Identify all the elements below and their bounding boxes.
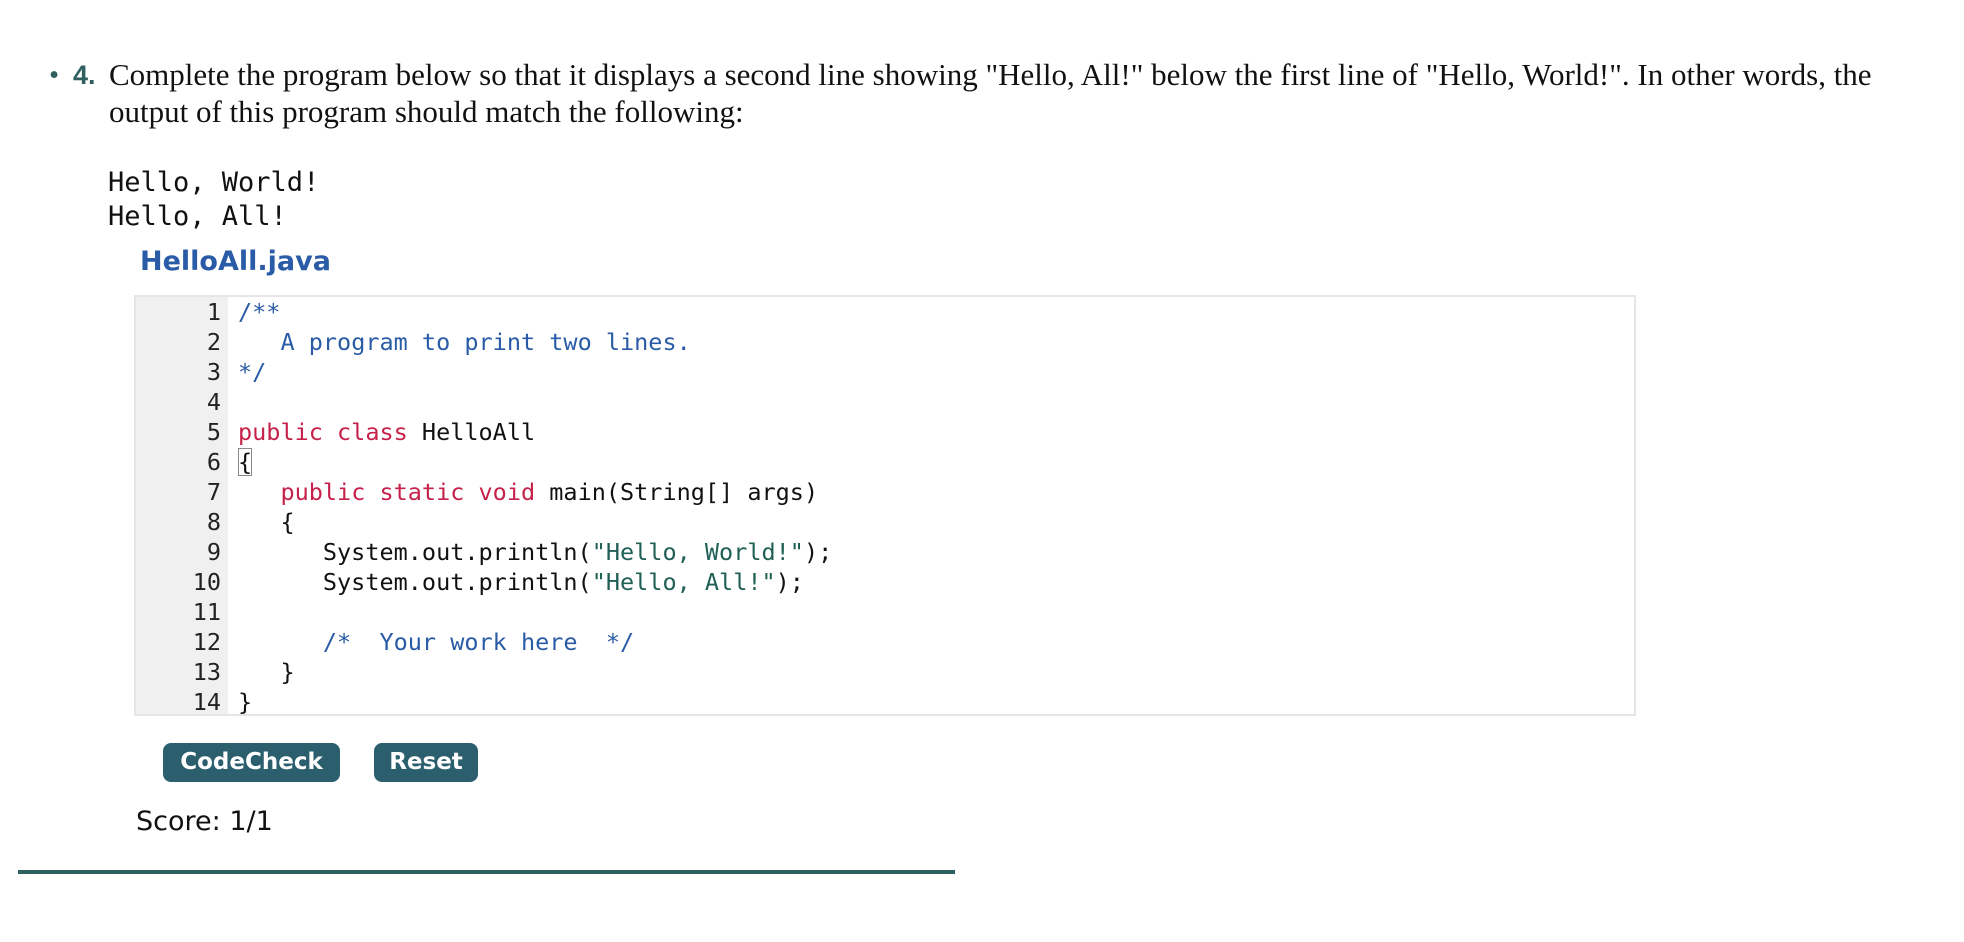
code-line[interactable]: 4 <box>136 387 1634 417</box>
line-number: 11 <box>192 598 221 626</box>
line-number: 14 <box>192 688 221 716</box>
code-text[interactable]: } <box>238 687 253 716</box>
code-line[interactable]: 9 System.out.println("Hello, World!"); <box>136 537 1634 567</box>
line-number: 13 <box>192 658 221 686</box>
code-editor[interactable]: 1/** 2 A program to print two lines. 3 */4 5… <box>134 295 1636 716</box>
reset-button[interactable]: Reset <box>374 743 478 782</box>
code-text[interactable]: { <box>238 447 253 477</box>
code-text[interactable]: System.out.println("Hello, World!"); <box>238 537 832 567</box>
line-number: 1 <box>206 298 221 326</box>
expected-output: Hello, World! Hello, All! <box>108 166 319 234</box>
code-text[interactable]: /* Your work here */ <box>238 627 634 657</box>
line-number: 12 <box>192 628 221 656</box>
line-number: 7 <box>206 478 221 506</box>
line-number: 4 <box>206 388 221 416</box>
code-text[interactable]: */ <box>238 357 266 387</box>
line-number: 6 <box>206 448 221 476</box>
code-token: /** <box>238 298 281 326</box>
code-token: } <box>238 688 253 716</box>
code-token: { <box>280 508 295 536</box>
score-display: Score: 1/1 <box>136 806 273 837</box>
code-token: HelloAll <box>407 418 536 446</box>
bullet: • <box>49 59 60 91</box>
question-text: Complete the program below so that it di… <box>109 57 1872 129</box>
divider <box>18 870 955 874</box>
score-value: 1/1 <box>229 806 273 837</box>
code-line[interactable]: 1 /** <box>136 297 1634 327</box>
code-token: System.out.println( <box>322 538 592 566</box>
line-number: 9 <box>206 538 221 566</box>
file-name: HelloAll.java <box>140 246 331 277</box>
code-line[interactable]: 5 public class HelloAll <box>136 417 1634 447</box>
code-token: public static void <box>280 478 536 506</box>
line-number: 8 <box>206 508 221 536</box>
code-token: { <box>238 448 253 476</box>
code-text[interactable]: A program to print two lines. <box>238 327 691 357</box>
code-line[interactable]: 7 public static void main(String[] args) <box>136 477 1634 507</box>
score-label: Score: <box>136 806 221 837</box>
code-token: "Hello, All!" <box>591 568 776 596</box>
code-token: public class <box>238 418 408 446</box>
code-token: A program to print two lines. <box>280 328 691 356</box>
code-line[interactable]: 13 } <box>136 657 1634 687</box>
code-token: ); <box>775 568 804 596</box>
code-text[interactable]: /** <box>238 297 280 327</box>
code-text[interactable]: public class HelloAll <box>238 417 535 447</box>
code-token: main(String[] args) <box>535 478 819 506</box>
codecheck-button[interactable]: CodeCheck <box>163 743 340 782</box>
output-line: Hello, All! <box>108 201 287 232</box>
code-line[interactable]: 14} <box>136 687 1634 716</box>
question-number: 4. <box>73 60 96 90</box>
code-token: ); <box>803 538 833 566</box>
code-text[interactable]: } <box>238 657 295 687</box>
code-text[interactable]: public static void main(String[] args) <box>238 477 818 507</box>
line-number: 5 <box>206 418 221 446</box>
code-token: */ <box>238 358 267 386</box>
code-line[interactable]: 11 <box>136 597 1634 627</box>
code-token: } <box>280 658 295 686</box>
line-number: 10 <box>192 568 221 596</box>
code-token: System.out.println( <box>322 568 592 596</box>
code-text[interactable]: System.out.println("Hello, All!"); <box>238 567 804 597</box>
line-number: 3 <box>206 358 221 386</box>
code-line[interactable]: 6{ <box>136 447 1634 477</box>
code-line[interactable]: 8 { <box>136 507 1634 537</box>
code-line[interactable]: 12 /* Your work here */ <box>136 627 1634 657</box>
line-number: 2 <box>206 328 221 356</box>
code-text[interactable]: { <box>238 507 295 537</box>
output-line: Hello, World! <box>108 167 320 198</box>
code-token: "Hello, World!" <box>591 538 804 566</box>
code-line[interactable]: 3 */ <box>136 357 1634 387</box>
code-line[interactable]: 10 System.out.println("Hello, All!"); <box>136 567 1634 597</box>
code-line[interactable]: 2 A program to print two lines. <box>136 327 1634 357</box>
code-token: /* Your work here */ <box>322 628 635 656</box>
